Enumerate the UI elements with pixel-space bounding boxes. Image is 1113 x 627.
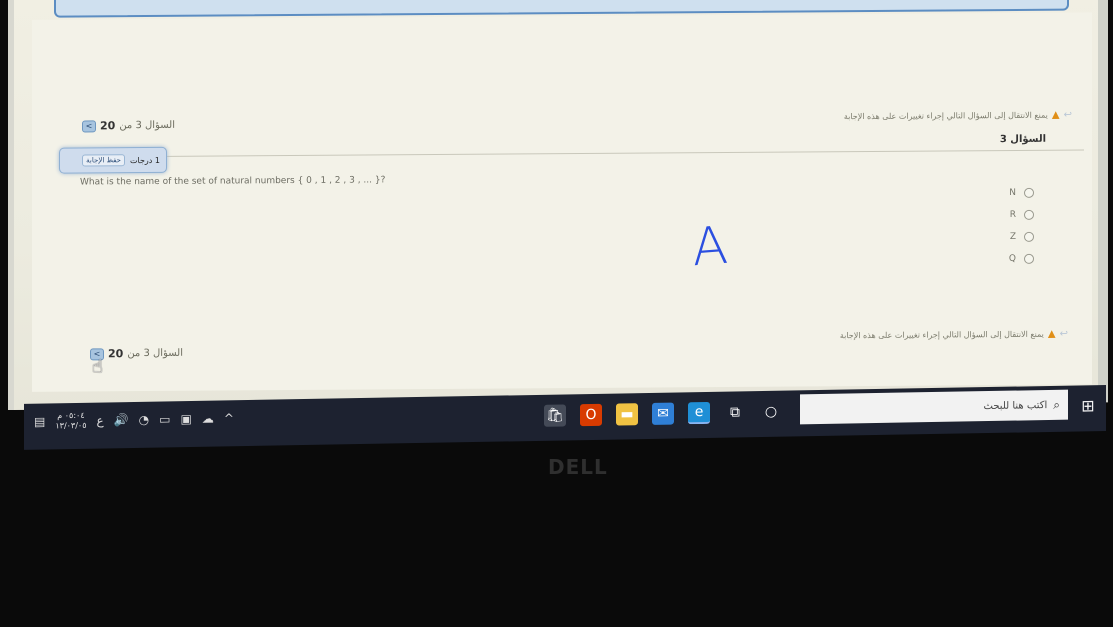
store-icon[interactable]: 🛍 xyxy=(544,404,566,427)
option-label: Q xyxy=(1008,253,1016,265)
windows-start-icon[interactable]: ⊞ xyxy=(1078,395,1098,415)
option-n[interactable]: N xyxy=(1009,187,1034,199)
option-r[interactable]: R xyxy=(1009,209,1034,221)
office-icon[interactable]: O xyxy=(580,403,602,427)
taskbar-search[interactable]: اكتب هنا للبحث ⌕ xyxy=(800,389,1068,425)
notifications-icon[interactable]: ▤ xyxy=(34,415,45,429)
clock[interactable]: ٠٥:٠٤ م ١٣/٠٣/٠٥ xyxy=(55,411,86,432)
save-answer-button[interactable]: حفظ الإجابة xyxy=(82,154,126,167)
dell-logo: DELL xyxy=(548,455,608,479)
question-grade: 1 درجات xyxy=(130,155,160,165)
search-icon: ⌕ xyxy=(1053,397,1060,412)
question-position-label: السؤال 3 من xyxy=(119,119,175,132)
radio-button[interactable] xyxy=(1024,209,1034,220)
warning-text: يمنع الانتقال إلى السؤال التالي إجراء تغ… xyxy=(843,110,1048,122)
question-info-box: حفظ الإجابة 1 درجات xyxy=(59,146,167,174)
radio-button[interactable] xyxy=(1024,253,1034,264)
chevron-up-icon[interactable]: ^ xyxy=(224,411,234,425)
previous-question-button[interactable]: < xyxy=(82,119,96,132)
file-explorer-icon[interactable]: ▬ xyxy=(616,403,638,426)
language-indicator[interactable]: ع xyxy=(97,413,104,427)
mail-icon[interactable]: ✉ xyxy=(652,402,674,425)
warning-text-bottom: يمنع الانتقال إلى السؤال التالي إجراء تغ… xyxy=(839,329,1044,341)
question-position-label-bottom: السؤال 3 من xyxy=(127,347,183,360)
warning-icon: ▲ xyxy=(1051,109,1060,121)
warning-icon: ▲ xyxy=(1047,328,1056,340)
question-navigation-bottom: < 20 السؤال 3 من xyxy=(90,347,183,361)
search-input[interactable]: اكتب هنا للبحث xyxy=(984,400,1048,412)
handwritten-annotation: A xyxy=(689,215,730,279)
option-z[interactable]: Z xyxy=(1009,231,1034,243)
battery-icon[interactable]: ▭ xyxy=(159,412,170,426)
answer-options: N R Z Q xyxy=(1008,187,1034,265)
question-title: السؤال 3 xyxy=(999,133,1046,146)
radio-button[interactable] xyxy=(1024,187,1034,198)
monitor-screen: < 20 السؤال 3 من ↩ ▲ يمنع الانتقال إلى ا… xyxy=(8,0,1108,410)
question-total-bottom: 20 xyxy=(108,347,124,361)
option-label: N xyxy=(1009,187,1016,199)
clock-date: ١٣/٠٣/٠٥ xyxy=(55,420,87,431)
question-navigation-top: < 20 السؤال 3 من xyxy=(82,119,175,133)
volume-icon[interactable]: 🔊 xyxy=(114,413,129,427)
onedrive-icon[interactable]: ☁ xyxy=(202,412,214,426)
pinned-apps: 🛍 O ▬ ✉ e ⧉ ○ xyxy=(544,401,782,427)
question-total: 20 xyxy=(100,119,116,133)
warning-message-bottom: ↩ ▲ يمنع الانتقال إلى السؤال التالي إجرا… xyxy=(840,329,1068,342)
edge-icon[interactable]: e xyxy=(688,401,710,425)
option-label: Z xyxy=(1009,231,1016,243)
option-q[interactable]: Q xyxy=(1008,253,1034,265)
warning-message-top: ↩ ▲ يمنع الانتقال إلى السؤال التالي إجرا… xyxy=(844,110,1072,123)
hand-cursor-icon: ☝ xyxy=(92,356,103,378)
clock-time: ٠٥:٠٤ م xyxy=(57,410,85,421)
question-text: What is the name of the set of natural n… xyxy=(80,175,386,188)
option-label: R xyxy=(1009,209,1016,221)
back-arrow-icon[interactable]: ↩ xyxy=(1060,329,1068,340)
cortana-icon[interactable]: ○ xyxy=(760,401,782,423)
system-tray: ▤ ٠٥:٠٤ م ١٣/٠٣/٠٥ ع 🔊 ◔ ▭ ▣ ☁ ^ xyxy=(34,408,234,431)
back-arrow-icon[interactable]: ↩ xyxy=(1064,110,1072,121)
wifi-icon[interactable]: ◔ xyxy=(139,413,149,427)
radio-button[interactable] xyxy=(1024,231,1034,242)
task-view-icon[interactable]: ⧉ xyxy=(724,401,746,423)
app-tray-icon[interactable]: ▣ xyxy=(180,412,191,426)
quiz-page: < 20 السؤال 3 من ↩ ▲ يمنع الانتقال إلى ا… xyxy=(32,12,1092,392)
